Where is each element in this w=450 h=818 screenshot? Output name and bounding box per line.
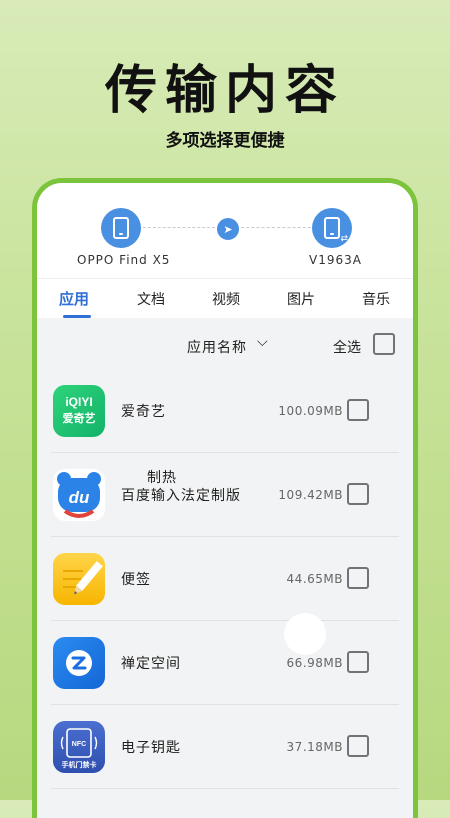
list-item[interactable]: NFC 手机门禁卡 电子钥匙 37.18MB	[37, 705, 413, 789]
send-icon: ➤	[217, 218, 239, 240]
connection-line	[143, 227, 215, 228]
svg-text:手机门禁卡: 手机门禁卡	[62, 760, 97, 769]
tab-apps[interactable]: 应用	[59, 288, 89, 309]
connection-line	[241, 227, 311, 228]
select-all-label[interactable]: 全选	[333, 337, 361, 357]
tab-music[interactable]: 音乐	[362, 289, 390, 309]
svg-text:du: du	[69, 488, 90, 507]
list-item[interactable]: du 制热 百度输入法定制版 109.42MB	[37, 453, 413, 537]
chevron-down-icon[interactable]: ⌵	[257, 334, 268, 350]
zen-space-app-icon	[53, 637, 105, 689]
hero-title: 传输内容	[104, 61, 345, 121]
electronic-key-app-icon: NFC 手机门禁卡	[53, 721, 105, 773]
touch-indicator	[284, 613, 326, 655]
active-tab-indicator	[63, 315, 91, 318]
source-device-icon	[101, 208, 141, 248]
tab-documents[interactable]: 文档	[137, 289, 165, 309]
app-name: 便签	[121, 572, 151, 588]
list-header: 应用名称 ⌵ 全选	[37, 323, 413, 369]
list-item[interactable]: 禅定空间 66.98MB	[37, 621, 413, 705]
app-checkbox[interactable]	[347, 567, 369, 589]
svg-text:NFC: NFC	[72, 741, 86, 748]
source-device-name: OPPO Find X5	[77, 253, 171, 267]
app-name: 爱奇艺	[121, 404, 166, 420]
target-device-icon: ⇄	[312, 208, 352, 248]
baidu-input-app-icon: du	[53, 469, 105, 521]
iqiyi-app-icon: iQIYI 爱奇艺	[53, 385, 105, 437]
target-device-name: V1963A	[309, 253, 362, 267]
app-size: 109.42MB	[278, 488, 343, 502]
app-size: 100.09MB	[278, 404, 343, 418]
app-name: 百度输入法定制版	[121, 488, 241, 504]
tab-pictures[interactable]: 图片	[287, 289, 315, 309]
app-size: 37.18MB	[286, 740, 343, 754]
category-tabs: 应用 文档 视频 图片 音乐	[37, 278, 413, 318]
sort-by-name-button[interactable]: 应用名称	[187, 337, 247, 357]
app-size: 66.98MB	[286, 656, 343, 670]
app-checkbox[interactable]	[347, 483, 369, 505]
app-name-overlay: 制热	[147, 470, 177, 486]
phone-frame: ➤ ⇄ OPPO Find X5 V1963A 应用 文档 视频 图片 音乐 应…	[32, 178, 418, 818]
hero-subtitle: 多项选择更便捷	[165, 131, 285, 151]
app-size: 44.65MB	[286, 572, 343, 586]
app-checkbox[interactable]	[347, 735, 369, 757]
app-checkbox[interactable]	[347, 651, 369, 673]
tab-videos[interactable]: 视频	[212, 289, 240, 309]
app-name: 禅定空间	[121, 656, 181, 672]
notes-app-icon	[53, 553, 105, 605]
select-all-checkbox[interactable]	[373, 333, 395, 355]
app-checkbox[interactable]	[347, 399, 369, 421]
list-item[interactable]: 便签 44.65MB	[37, 537, 413, 621]
transfer-header: ➤ ⇄ OPPO Find X5 V1963A 应用 文档 视频 图片 音乐	[37, 183, 413, 318]
list-item[interactable]: iQIYI 爱奇艺 爱奇艺 100.09MB	[37, 369, 413, 453]
app-name: 电子钥匙	[121, 740, 181, 756]
